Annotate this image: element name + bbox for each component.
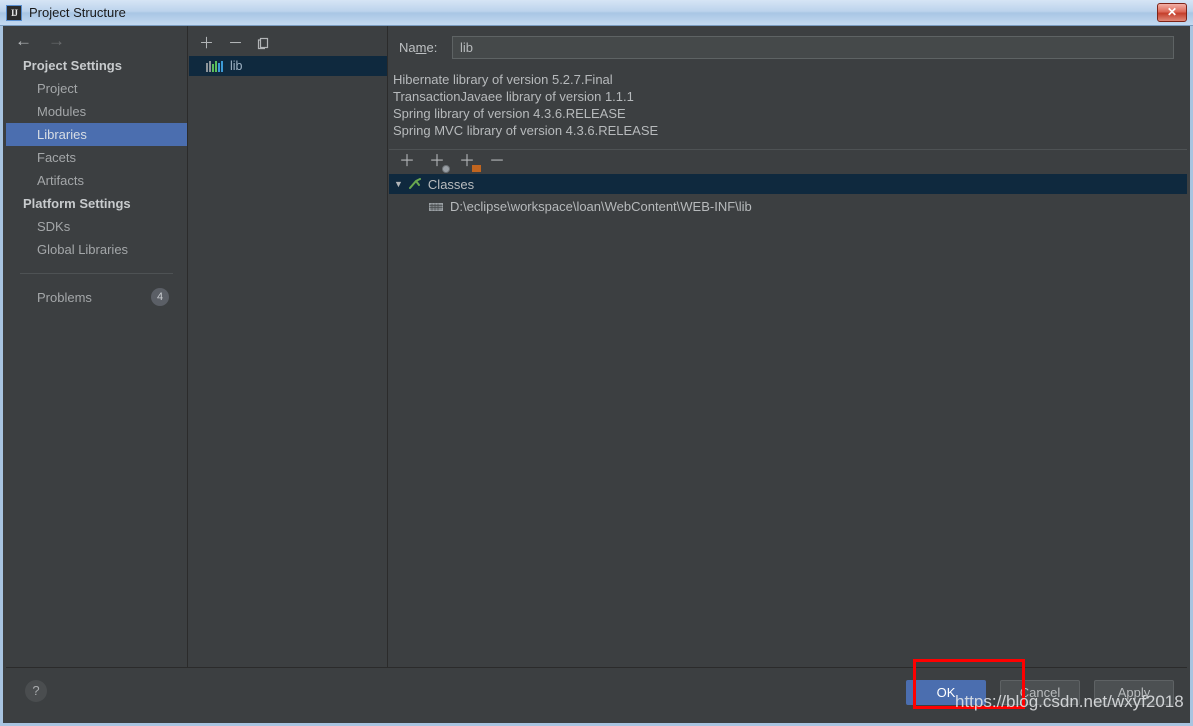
name-input[interactable] bbox=[452, 36, 1174, 59]
settings-sidebar: ← → Project Settings Project Modules Lib… bbox=[6, 26, 188, 671]
sidebar-divider bbox=[20, 273, 173, 274]
sidebar-item-global-libraries[interactable]: Global Libraries bbox=[6, 238, 187, 261]
window-title: Project Structure bbox=[29, 5, 126, 20]
remove-library-icon[interactable]: － bbox=[228, 36, 243, 51]
library-description-list: Hibernate library of version 5.2.7.Final… bbox=[389, 59, 1187, 145]
list-item[interactable]: lib bbox=[189, 56, 387, 76]
library-description-line: Spring library of version 4.3.6.RELEASE bbox=[393, 106, 626, 121]
library-description-line: Hibernate library of version 5.2.7.Final bbox=[393, 72, 613, 87]
library-description-line: Spring MVC library of version 4.3.6.RELE… bbox=[393, 123, 659, 138]
sidebar-item-artifacts[interactable]: Artifacts bbox=[6, 169, 187, 192]
library-icon bbox=[206, 60, 223, 72]
library-description-line: TransactionJavaee library of version 1.1… bbox=[393, 89, 634, 104]
help-icon[interactable]: ? bbox=[25, 680, 47, 702]
sidebar-item-problems[interactable]: Problems 4 bbox=[6, 284, 187, 310]
ok-button[interactable]: OK bbox=[906, 680, 986, 705]
name-row: Name: bbox=[389, 26, 1187, 59]
copy-icon-glyph bbox=[257, 37, 269, 49]
back-arrow-icon[interactable]: ← bbox=[15, 32, 32, 49]
folder-icon bbox=[429, 201, 443, 212]
tree-row-label: Classes bbox=[427, 176, 475, 192]
folder-badge-icon bbox=[472, 165, 482, 172]
close-icon[interactable]: ✕ bbox=[1157, 3, 1187, 22]
globe-badge-icon bbox=[442, 165, 451, 173]
sidebar-item-libraries[interactable]: Libraries bbox=[6, 123, 187, 146]
cancel-button[interactable]: Cancel bbox=[1000, 680, 1080, 705]
problems-count-badge: 4 bbox=[151, 288, 169, 306]
name-field-label: Name: bbox=[399, 40, 438, 55]
library-list-panel: ＋ － lib bbox=[189, 26, 388, 671]
copy-library-icon[interactable] bbox=[257, 37, 270, 50]
forward-arrow-icon[interactable]: → bbox=[48, 32, 65, 49]
chevron-down-icon[interactable]: ▼ bbox=[394, 179, 403, 189]
app-icon: IJ bbox=[6, 4, 22, 21]
sidebar-item-problems-label: Problems bbox=[37, 289, 92, 305]
classes-root-icon bbox=[408, 178, 422, 190]
apply-button[interactable]: Apply bbox=[1094, 680, 1174, 705]
tree-row-path-label: D:\eclipse\workspace\loan\WebContent\WEB… bbox=[450, 198, 752, 214]
add-root-icon[interactable]: ＋ bbox=[399, 153, 415, 171]
add-url-root-icon[interactable]: ＋ bbox=[429, 153, 451, 173]
sidebar-item-facets[interactable]: Facets bbox=[6, 146, 187, 169]
library-list-toolbar: ＋ － bbox=[189, 26, 387, 54]
list-item-label: lib bbox=[230, 59, 243, 73]
sidebar-group-platform-settings: Platform Settings bbox=[23, 196, 131, 211]
add-library-icon[interactable]: ＋ bbox=[199, 36, 214, 51]
sidebar-item-modules[interactable]: Modules bbox=[6, 100, 187, 123]
library-detail-panel: Name: Hibernate library of version 5.2.7… bbox=[389, 26, 1187, 671]
window-body: ← → Project Settings Project Modules Lib… bbox=[0, 26, 1193, 726]
remove-root-icon[interactable]: － bbox=[489, 153, 505, 171]
roots-tree: ▼ Classes D:\eclipse\workspace\loan\WebC… bbox=[389, 174, 1187, 216]
sidebar-nav-arrows: ← → bbox=[6, 26, 187, 54]
roots-toolbar: ＋ ＋ ＋ － bbox=[389, 150, 1187, 174]
sidebar-group-project-settings: Project Settings bbox=[23, 58, 122, 73]
title-bar: IJ Project Structure ✕ bbox=[0, 0, 1193, 26]
dialog-footer: ? OK Cancel Apply bbox=[6, 667, 1187, 720]
add-directory-root-icon[interactable]: ＋ bbox=[459, 153, 482, 172]
tree-row[interactable]: ▼ Classes bbox=[389, 174, 1187, 194]
sidebar-item-sdks[interactable]: SDKs bbox=[6, 215, 187, 238]
tree-row[interactable]: D:\eclipse\workspace\loan\WebContent\WEB… bbox=[389, 196, 1187, 216]
dialog-button-row: OK Cancel Apply bbox=[906, 680, 1174, 705]
sidebar-item-project[interactable]: Project bbox=[6, 77, 187, 100]
project-structure-dialog: IJ Project Structure ✕ ← → Project Setti… bbox=[0, 0, 1193, 726]
